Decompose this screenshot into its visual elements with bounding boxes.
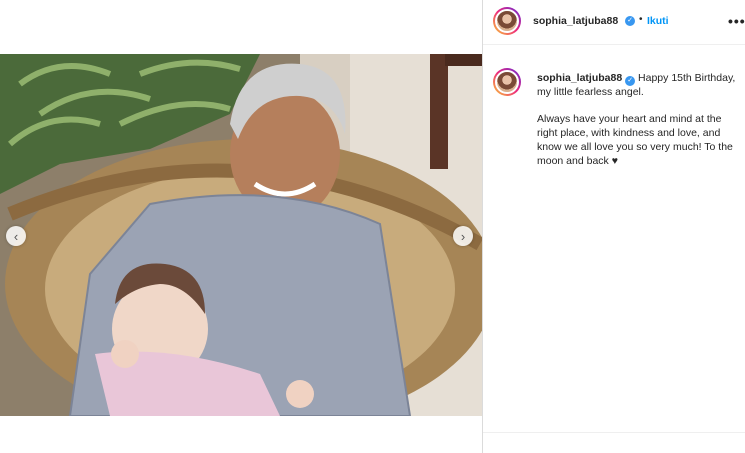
more-options-icon[interactable]: •••: [728, 13, 745, 29]
header-divider: [483, 44, 745, 45]
caption-text-line2: Always have your heart and mind at the r…: [537, 113, 733, 167]
header-avatar[interactable]: [493, 7, 521, 35]
post-media-pane: ‹ ›: [0, 0, 482, 453]
photo-illustration: [0, 54, 482, 416]
post-caption: sophia_latjuba88 ✓ Happy 15th Birthday, …: [537, 71, 737, 181]
avatar-image: [495, 70, 519, 94]
avatar-image: [495, 9, 519, 33]
verified-badge-icon: ✓: [625, 76, 636, 86]
footer-divider: [483, 432, 745, 433]
caption-username[interactable]: sophia_latjuba88: [537, 72, 622, 84]
separator-dot: •: [639, 14, 643, 25]
carousel-prev-button[interactable]: ‹: [6, 226, 26, 246]
verified-badge-icon: ✓: [625, 16, 635, 26]
chevron-right-icon: ›: [460, 228, 466, 244]
header-username[interactable]: sophia_latjuba88: [533, 15, 618, 27]
caption-avatar[interactable]: [493, 68, 521, 96]
chevron-left-icon: ‹: [13, 228, 19, 244]
follow-button[interactable]: Ikuti: [647, 15, 669, 27]
post-photo[interactable]: ‹ ›: [0, 54, 482, 416]
pane-divider: [482, 0, 483, 453]
carousel-next-button[interactable]: ›: [453, 226, 473, 246]
